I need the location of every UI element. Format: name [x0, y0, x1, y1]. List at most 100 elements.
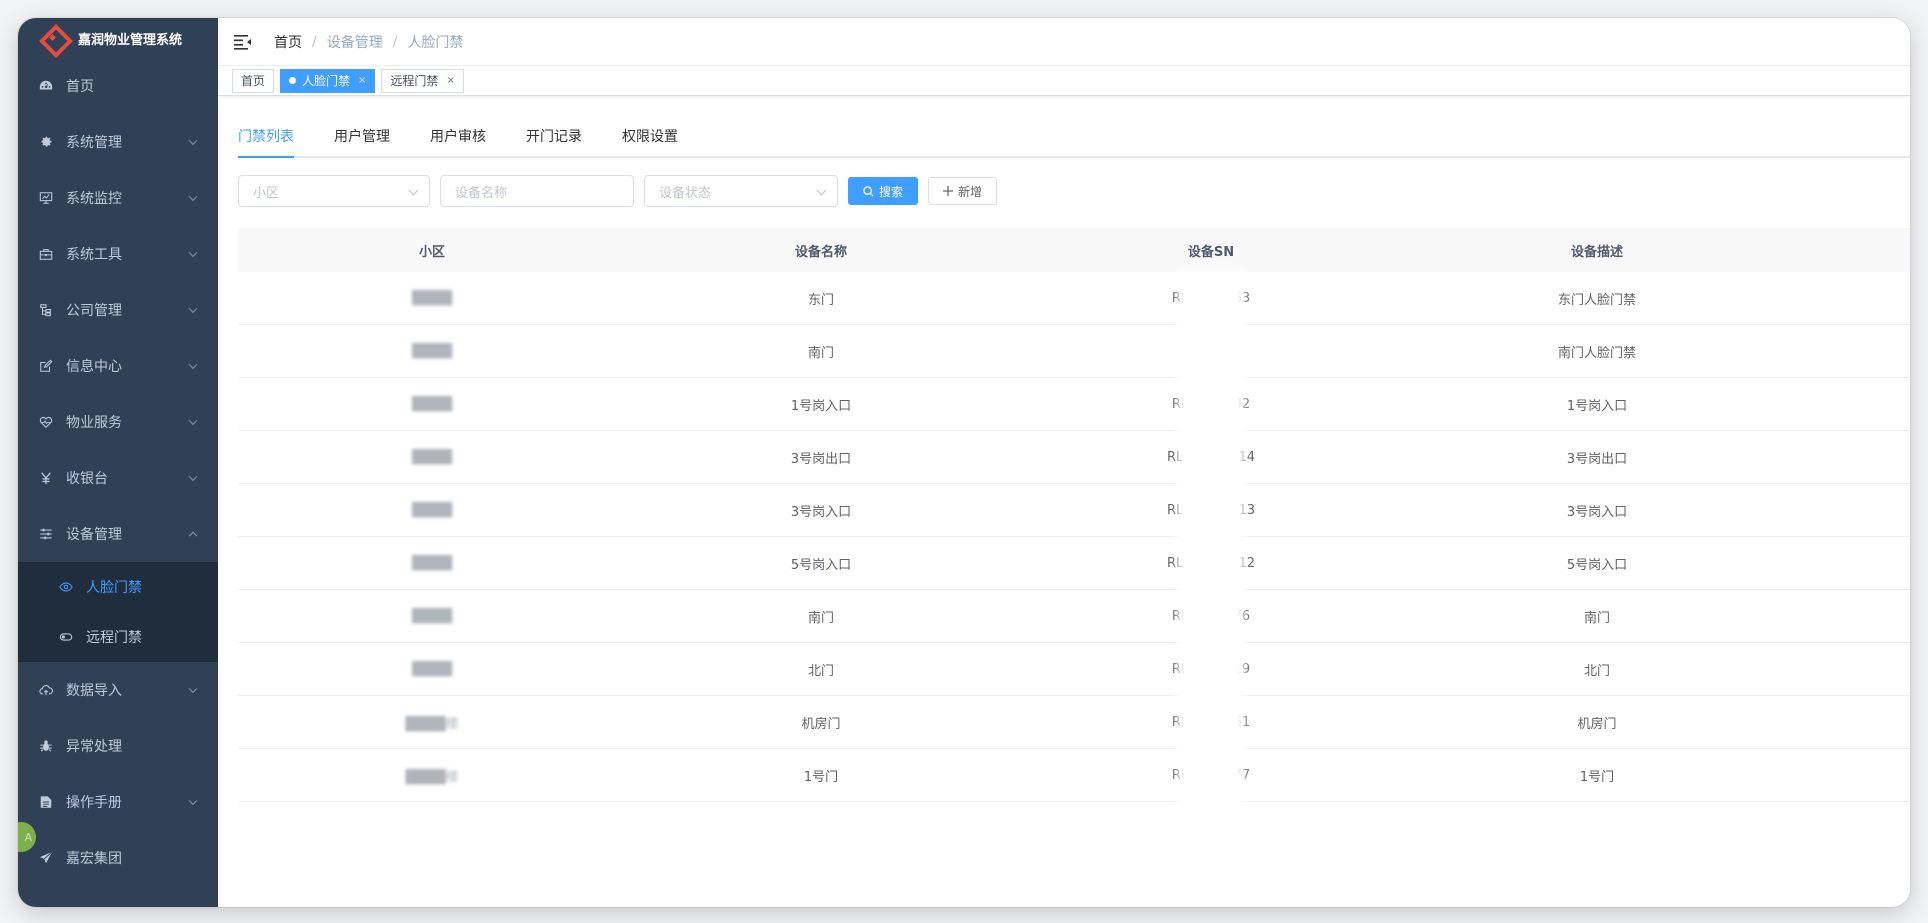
table-row[interactable]: ████楼 机房门 RL 361 机房门 [238, 696, 1910, 749]
cloud-upload-icon [38, 682, 54, 698]
submenu-item-toggle[interactable]: 远程门禁 [18, 612, 218, 662]
page-content: 门禁列表 用户管理 用户审核 开门记录 权限设置 小区 设备名称 设备状态 搜索 [238, 96, 1910, 802]
sidebar-item-toolbox[interactable]: 系统工具 [18, 226, 218, 282]
redacted-sn: RL 361 [1171, 714, 1251, 730]
tab-0[interactable]: 门禁列表 [238, 126, 294, 158]
edit-icon [38, 358, 54, 374]
device-status-select[interactable]: 设备状态 [644, 175, 838, 207]
breadcrumb-home[interactable]: 首页 [274, 32, 302, 52]
cell-device-desc: 东门人脸门禁 [1557, 292, 1636, 308]
cell-device-name: 5号岗入口 [790, 557, 852, 573]
app-window: 嘉润物业管理系统 首页 系统管理 系统监控 系统工具 公司管理 信息中心 物业服务 收银台 设备… [18, 18, 1910, 907]
cell-device-desc: 南门人脸门禁 [1557, 345, 1636, 361]
dashboard-icon [38, 78, 54, 94]
sliders-icon [38, 526, 54, 542]
cell-device-sn: RL 019 [1016, 662, 1406, 677]
breadcrumb-face-access: 人脸门禁 [407, 34, 464, 51]
cell-community: ████ [412, 343, 452, 359]
sidebar-item-label: 首页 [66, 79, 94, 95]
add-button[interactable]: 新增 [928, 177, 998, 205]
yen-icon [38, 470, 54, 486]
app-logo[interactable]: 嘉润物业管理系统 [18, 18, 218, 58]
table-row[interactable]: ████ 3号岗出口 RLN 414 3号岗出口 [238, 431, 1910, 484]
table-row[interactable]: ████ 5号岗入口 RLN 412 5号岗入口 [238, 537, 1910, 590]
table-row[interactable]: ████ 东门 RL 163 东门人脸门禁 [238, 272, 1910, 325]
tag-active[interactable]: 人脸门禁 × [280, 68, 376, 93]
cell-community: ████楼 [405, 716, 459, 732]
table-row[interactable]: ████ 南门 1 南门人脸门禁 [238, 325, 1910, 378]
sidebar-item-monitor[interactable]: 系统监控 [18, 170, 218, 226]
cell-device-name: 机房门 [801, 716, 841, 732]
sidebar-item-label: 系统监控 [66, 191, 122, 207]
device-name-input[interactable]: 设备名称 [440, 175, 634, 207]
sidebar-item-label: 异常处理 [66, 739, 122, 755]
tab-4[interactable]: 权限设置 [622, 126, 678, 156]
hamburger-icon[interactable] [234, 34, 252, 50]
chevron-down-icon [188, 360, 198, 370]
table-row[interactable]: ████ 1号岗入口 RL 332 1号岗入口 [238, 378, 1910, 431]
tab-1[interactable]: 用户管理 [334, 126, 390, 156]
table-header: 小区 设备名称 设备SN 设备描述 [238, 228, 1910, 272]
cell-device-sn: RL 676 [1016, 609, 1406, 624]
tag-label: 远程门禁 [390, 73, 439, 88]
sidebar-item-edit[interactable]: 信息中心 [18, 338, 218, 394]
column-header: 设备描述 [1570, 244, 1623, 260]
sidebar-item-yen[interactable]: 收银台 [18, 450, 218, 506]
sidebar-item-label: 数据导入 [66, 683, 122, 699]
sidebar-item-cloud-upload[interactable]: 数据导入 [18, 662, 218, 718]
tab-3[interactable]: 开门记录 [526, 126, 582, 156]
sidebar-item-heart[interactable]: 物业服务 [18, 394, 218, 450]
table-row[interactable]: ████ 北门 RL 019 北门 [238, 643, 1910, 696]
sidebar-item-label: 系统管理 [66, 135, 122, 151]
cell-device-desc: 1号门 [1579, 769, 1615, 785]
sidebar-item-dashboard[interactable]: 首页 [18, 58, 218, 114]
search-button[interactable]: 搜索 [848, 177, 919, 205]
redacted-sn: RLN 412 [1166, 555, 1255, 571]
sidebar-item-tree[interactable]: 公司管理 [18, 282, 218, 338]
cell-device-sn: RL 377 [1016, 768, 1406, 783]
tree-icon [38, 302, 54, 318]
submenu-item-eye[interactable]: 人脸门禁 [18, 562, 218, 612]
close-icon[interactable]: × [446, 70, 454, 92]
table-row[interactable]: ████楼 1号门 RL 377 1号门 [238, 749, 1910, 802]
cell-device-name: 3号岗出口 [790, 451, 852, 467]
cell-device-name: 南门 [807, 610, 834, 626]
cell-device-sn: RL 332 [1016, 397, 1406, 412]
cell-device-desc: 机房门 [1577, 716, 1617, 732]
chevron-down-icon [188, 136, 198, 146]
cell-device-sn: 1 [1016, 344, 1406, 359]
tags-view: 首页 人脸门禁 × 远程门禁 × [218, 66, 1910, 96]
column-header: 设备名称 [794, 244, 847, 260]
search-icon [863, 185, 874, 197]
tag-item[interactable]: 远程门禁 × [381, 68, 464, 93]
sidebar-item-label: 信息中心 [66, 359, 122, 375]
cell-device-desc: 5号岗入口 [1566, 557, 1628, 573]
sidebar-item-send[interactable]: 嘉宏集团 [18, 830, 218, 886]
breadcrumb-device-management: 设备管理 [326, 34, 383, 51]
column-header: 设备SN [1187, 244, 1235, 260]
sidebar-item-label: 嘉宏集团 [66, 851, 122, 867]
active-dot-icon [289, 77, 297, 84]
close-icon[interactable]: × [358, 70, 366, 92]
table-body: ████ 东门 RL 163 东门人脸门禁 ████ 南门 1 南门人脸门禁 ████ 1号岗入… [238, 272, 1910, 802]
gear-icon [38, 134, 54, 150]
sidebar-item-gear[interactable]: 系统管理 [18, 114, 218, 170]
sidebar: 嘉润物业管理系统 首页系统管理系统监控系统工具 公司管理信息中心物业服务收银台设备… [18, 18, 218, 907]
eye-icon [58, 579, 74, 595]
sidebar-item-document[interactable]: 操作手册 [18, 774, 218, 830]
table-row[interactable]: ████ 3号岗入口 RLN 413 3号岗入口 [238, 484, 1910, 537]
chevron-down-icon [188, 684, 198, 694]
sidebar-item-bug[interactable]: 异常处理 [18, 718, 218, 774]
tabs-bar: 门禁列表 用户管理 用户审核 开门记录 权限设置 [238, 106, 1910, 158]
tag-item[interactable]: 首页 [232, 68, 275, 93]
heart-icon [38, 414, 54, 430]
cell-device-sn: RLN 412 [1016, 556, 1406, 571]
tab-2[interactable]: 用户审核 [430, 126, 486, 156]
filter-row: 小区 设备名称 设备状态 搜索 新增 [238, 174, 1910, 208]
table-row[interactable]: ████ 南门 RL 676 南门 [238, 590, 1910, 643]
logo-icon [40, 25, 66, 51]
sidebar-item-sliders[interactable]: 设备管理 [18, 506, 218, 562]
sidebar-item-label: 收银台 [66, 471, 108, 487]
toolbox-icon [38, 246, 54, 262]
community-select[interactable]: 小区 [238, 175, 430, 207]
